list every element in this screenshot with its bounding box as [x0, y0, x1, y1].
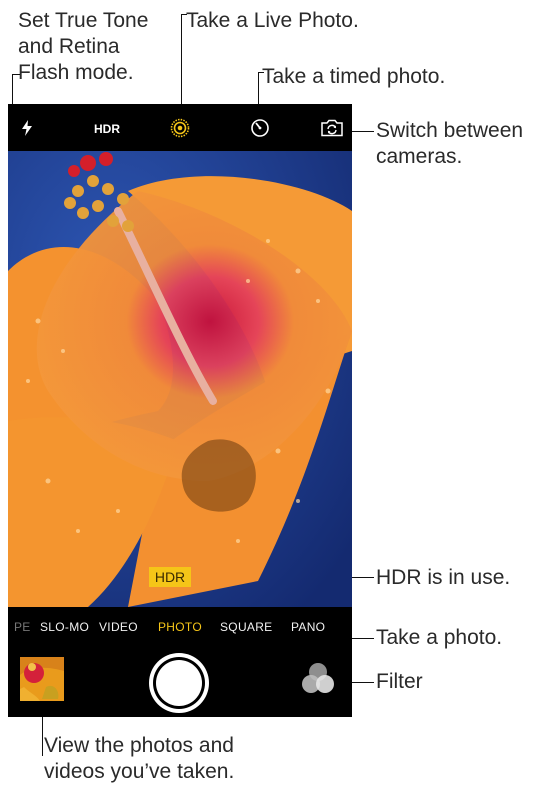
mode-item-video[interactable]: VIDEO	[99, 620, 138, 634]
mode-item-slo-mo[interactable]: SLO-MO	[40, 620, 89, 634]
flash-icon[interactable]	[20, 120, 34, 136]
callout-live-photo: Take a Live Photo.	[186, 9, 359, 32]
hibiscus-photo	[8, 151, 352, 607]
callout-timer: Take a timed photo.	[262, 65, 446, 88]
leader-live-photo-tick	[181, 14, 187, 15]
camera-top-bar: HDR	[8, 104, 352, 151]
hdr-in-use-badge: HDR	[149, 567, 191, 587]
mode-selector[interactable]: PE SLO-MO VIDEO PHOTO SQUARE PANO	[8, 614, 352, 640]
mode-item-square[interactable]: SQUARE	[220, 620, 272, 634]
viewfinder[interactable]	[8, 151, 352, 607]
callout-hdr-in-use: HDR is in use.	[376, 566, 511, 589]
live-photo-icon[interactable]	[170, 118, 190, 138]
camera-bottom-bar: PE SLO-MO VIDEO PHOTO SQUARE PANO	[8, 607, 352, 717]
callout-flash: Set True Tone and Retina Flash mode.	[18, 9, 149, 84]
camera-screen: HDR PE SLO-MO VIDEO PHOTO SQUARE PANO	[8, 104, 352, 717]
mode-item-pe[interactable]: PE	[14, 620, 31, 634]
photo-thumbnail[interactable]	[20, 657, 64, 701]
leader-flash-tick	[12, 74, 20, 75]
callout-take-photo: Take a photo.	[376, 626, 503, 649]
mode-item-photo[interactable]: PHOTO	[158, 620, 202, 634]
callout-switch-camera: Switch between cameras.	[376, 119, 524, 168]
hdr-toggle[interactable]: HDR	[94, 122, 120, 136]
callout-view-photos: View the photos and videos you’ve taken.	[44, 734, 235, 783]
leader-timer-tick	[258, 72, 264, 73]
filter-icon[interactable]	[298, 661, 338, 697]
leader-live-photo	[181, 14, 182, 114]
shutter-button[interactable]	[149, 653, 209, 713]
timer-icon[interactable]	[250, 118, 270, 138]
callout-filter: Filter	[376, 670, 423, 693]
leader-switch-camera	[350, 131, 374, 132]
switch-camera-icon[interactable]	[320, 119, 344, 137]
mode-item-pano[interactable]: PANO	[291, 620, 325, 634]
